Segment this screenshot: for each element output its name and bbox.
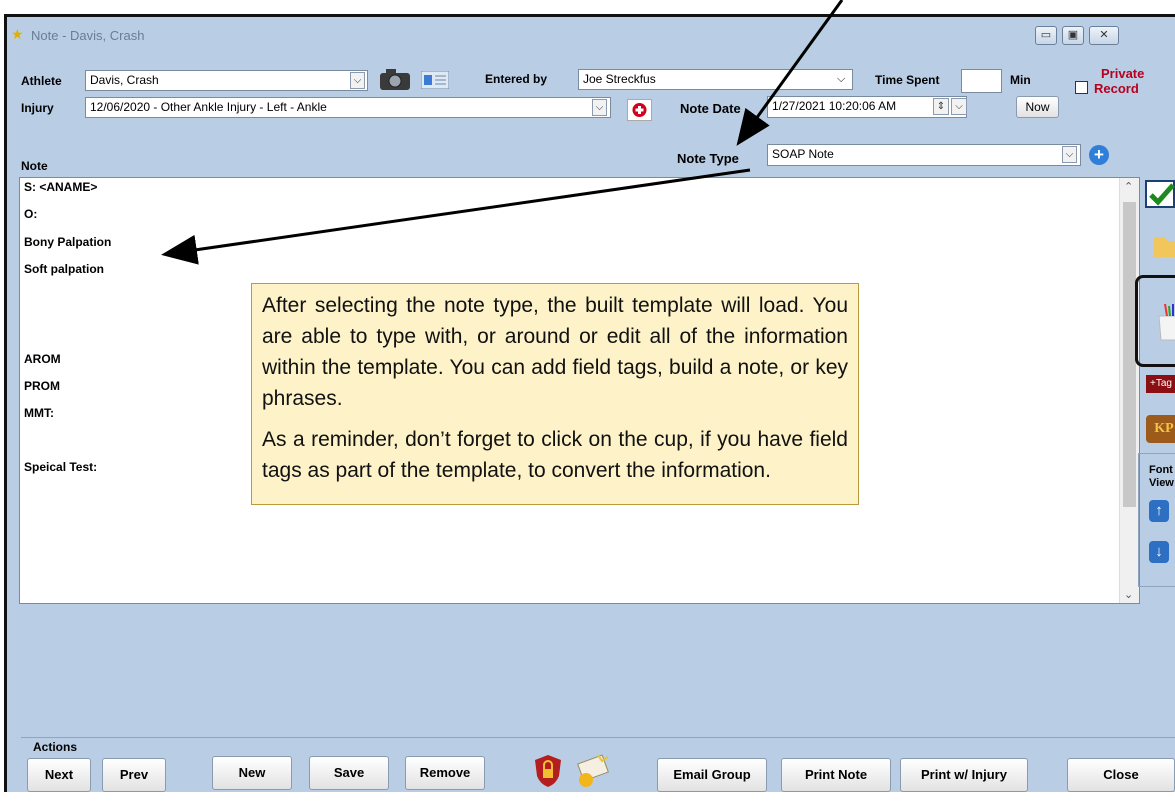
date-spin-button[interactable]: ⇕ — [933, 98, 949, 115]
injury-label: Injury — [21, 101, 54, 115]
note-date-value: 1/27/2021 10:20:06 AM — [772, 99, 897, 113]
note-line: S: <ANAME> — [24, 180, 98, 194]
entered-by-select[interactable]: Joe Streckfus — [578, 69, 853, 90]
note-type-label: Note Type — [677, 151, 739, 166]
add-tag-button[interactable]: +Tag — [1146, 375, 1175, 393]
font-label: Font — [1149, 464, 1173, 476]
note-line: PROM — [24, 379, 60, 393]
chevron-down-icon[interactable]: ⌵ — [592, 99, 607, 116]
athlete-select[interactable]: Davis, Crash — [85, 70, 368, 91]
maximize-button[interactable]: ▣ — [1062, 26, 1084, 45]
note-label: Note — [21, 159, 48, 173]
cup-icon[interactable] — [1147, 302, 1175, 342]
key-phrases-button[interactable]: KP — [1146, 415, 1175, 443]
chevron-down-icon[interactable]: ⌵ — [1062, 146, 1077, 163]
note-line: Soft palpation — [24, 262, 104, 276]
callout-paragraph-1: After selecting the note type, the built… — [262, 294, 848, 410]
scroll-up-icon[interactable]: ⌃ — [1124, 180, 1133, 193]
now-button[interactable]: Now — [1016, 96, 1059, 118]
injury-select[interactable]: 12/06/2020 - Other Ankle Injury - Left -… — [85, 97, 611, 118]
font-view-group: Font View ↑ ↓ — [1138, 453, 1175, 587]
chevron-down-icon: ⌵ — [837, 73, 846, 85]
min-label: Min — [1010, 73, 1031, 87]
print-note-button[interactable]: Print Note — [781, 758, 891, 792]
note-line: Speical Test: — [24, 460, 98, 474]
note-type-select[interactable]: SOAP Note — [767, 144, 1081, 166]
prev-button[interactable]: Prev — [102, 758, 166, 792]
title-bar: ★ Note - Davis, Crash ▭ ▣ ✕ — [7, 17, 1175, 53]
lock-shield-icon[interactable] — [534, 754, 562, 788]
record-label: Record — [1094, 81, 1139, 96]
note-line: MMT: — [24, 406, 54, 420]
callout-paragraph-2: As a reminder, don’t forget to click on … — [262, 428, 848, 482]
folder-icon[interactable] — [1144, 233, 1175, 257]
note-date-label: Note Date — [680, 101, 741, 116]
time-spent-label: Time Spent — [875, 73, 940, 87]
close-button[interactable]: Close — [1067, 758, 1175, 792]
add-injury-button[interactable] — [627, 99, 652, 121]
time-spent-input[interactable] — [961, 69, 1002, 93]
athlete-label: Athlete — [21, 74, 62, 88]
note-window: ★ Note - Davis, Crash ▭ ▣ ✕ Athlete Davi… — [4, 14, 1175, 792]
envelope-icon[interactable] — [574, 753, 612, 789]
print-with-injury-button[interactable]: Print w/ Injury — [900, 758, 1028, 792]
entered-by-label: Entered by — [485, 72, 548, 86]
window-title: Note - Davis, Crash — [31, 28, 145, 43]
spellcheck-icon[interactable] — [1144, 179, 1175, 209]
actions-label: Actions — [33, 740, 78, 754]
id-card-icon[interactable] — [420, 70, 450, 90]
private-label: Private — [1101, 66, 1145, 81]
font-increase-icon[interactable]: ↑ — [1149, 500, 1169, 522]
note-line: O: — [24, 207, 38, 221]
injury-value: 12/06/2020 - Other Ankle Injury - Left -… — [90, 100, 327, 114]
close-window-button[interactable]: ✕ — [1089, 26, 1119, 45]
chevron-down-icon[interactable]: ⌵ — [350, 72, 365, 89]
email-group-button[interactable]: Email Group — [657, 758, 767, 792]
instruction-callout: After selecting the note type, the built… — [251, 283, 859, 505]
note-line: Bony Palpation — [24, 235, 112, 249]
note-scrollbar[interactable]: ⌃ ⌄ — [1119, 178, 1139, 603]
note-line: AROM — [24, 352, 61, 366]
entered-by-value: Joe Streckfus — [583, 72, 656, 86]
star-icon: ★ — [11, 26, 24, 42]
minimize-button[interactable]: ▭ — [1035, 26, 1057, 45]
new-button[interactable]: New — [212, 756, 292, 790]
scroll-down-icon[interactable]: ⌄ — [1124, 588, 1133, 601]
font-decrease-icon[interactable]: ↓ — [1149, 541, 1169, 563]
camera-icon[interactable] — [378, 67, 412, 91]
save-button[interactable]: Save — [309, 756, 389, 790]
private-record-checkbox[interactable] — [1075, 81, 1088, 94]
remove-button[interactable]: Remove — [405, 756, 485, 790]
add-note-type-icon[interactable]: + — [1089, 145, 1109, 165]
view-label: View — [1149, 477, 1174, 489]
athlete-value: Davis, Crash — [90, 73, 159, 87]
note-type-value: SOAP Note — [772, 147, 834, 161]
chevron-down-icon[interactable]: ⌵ — [951, 98, 967, 115]
next-button[interactable]: Next — [27, 758, 91, 792]
